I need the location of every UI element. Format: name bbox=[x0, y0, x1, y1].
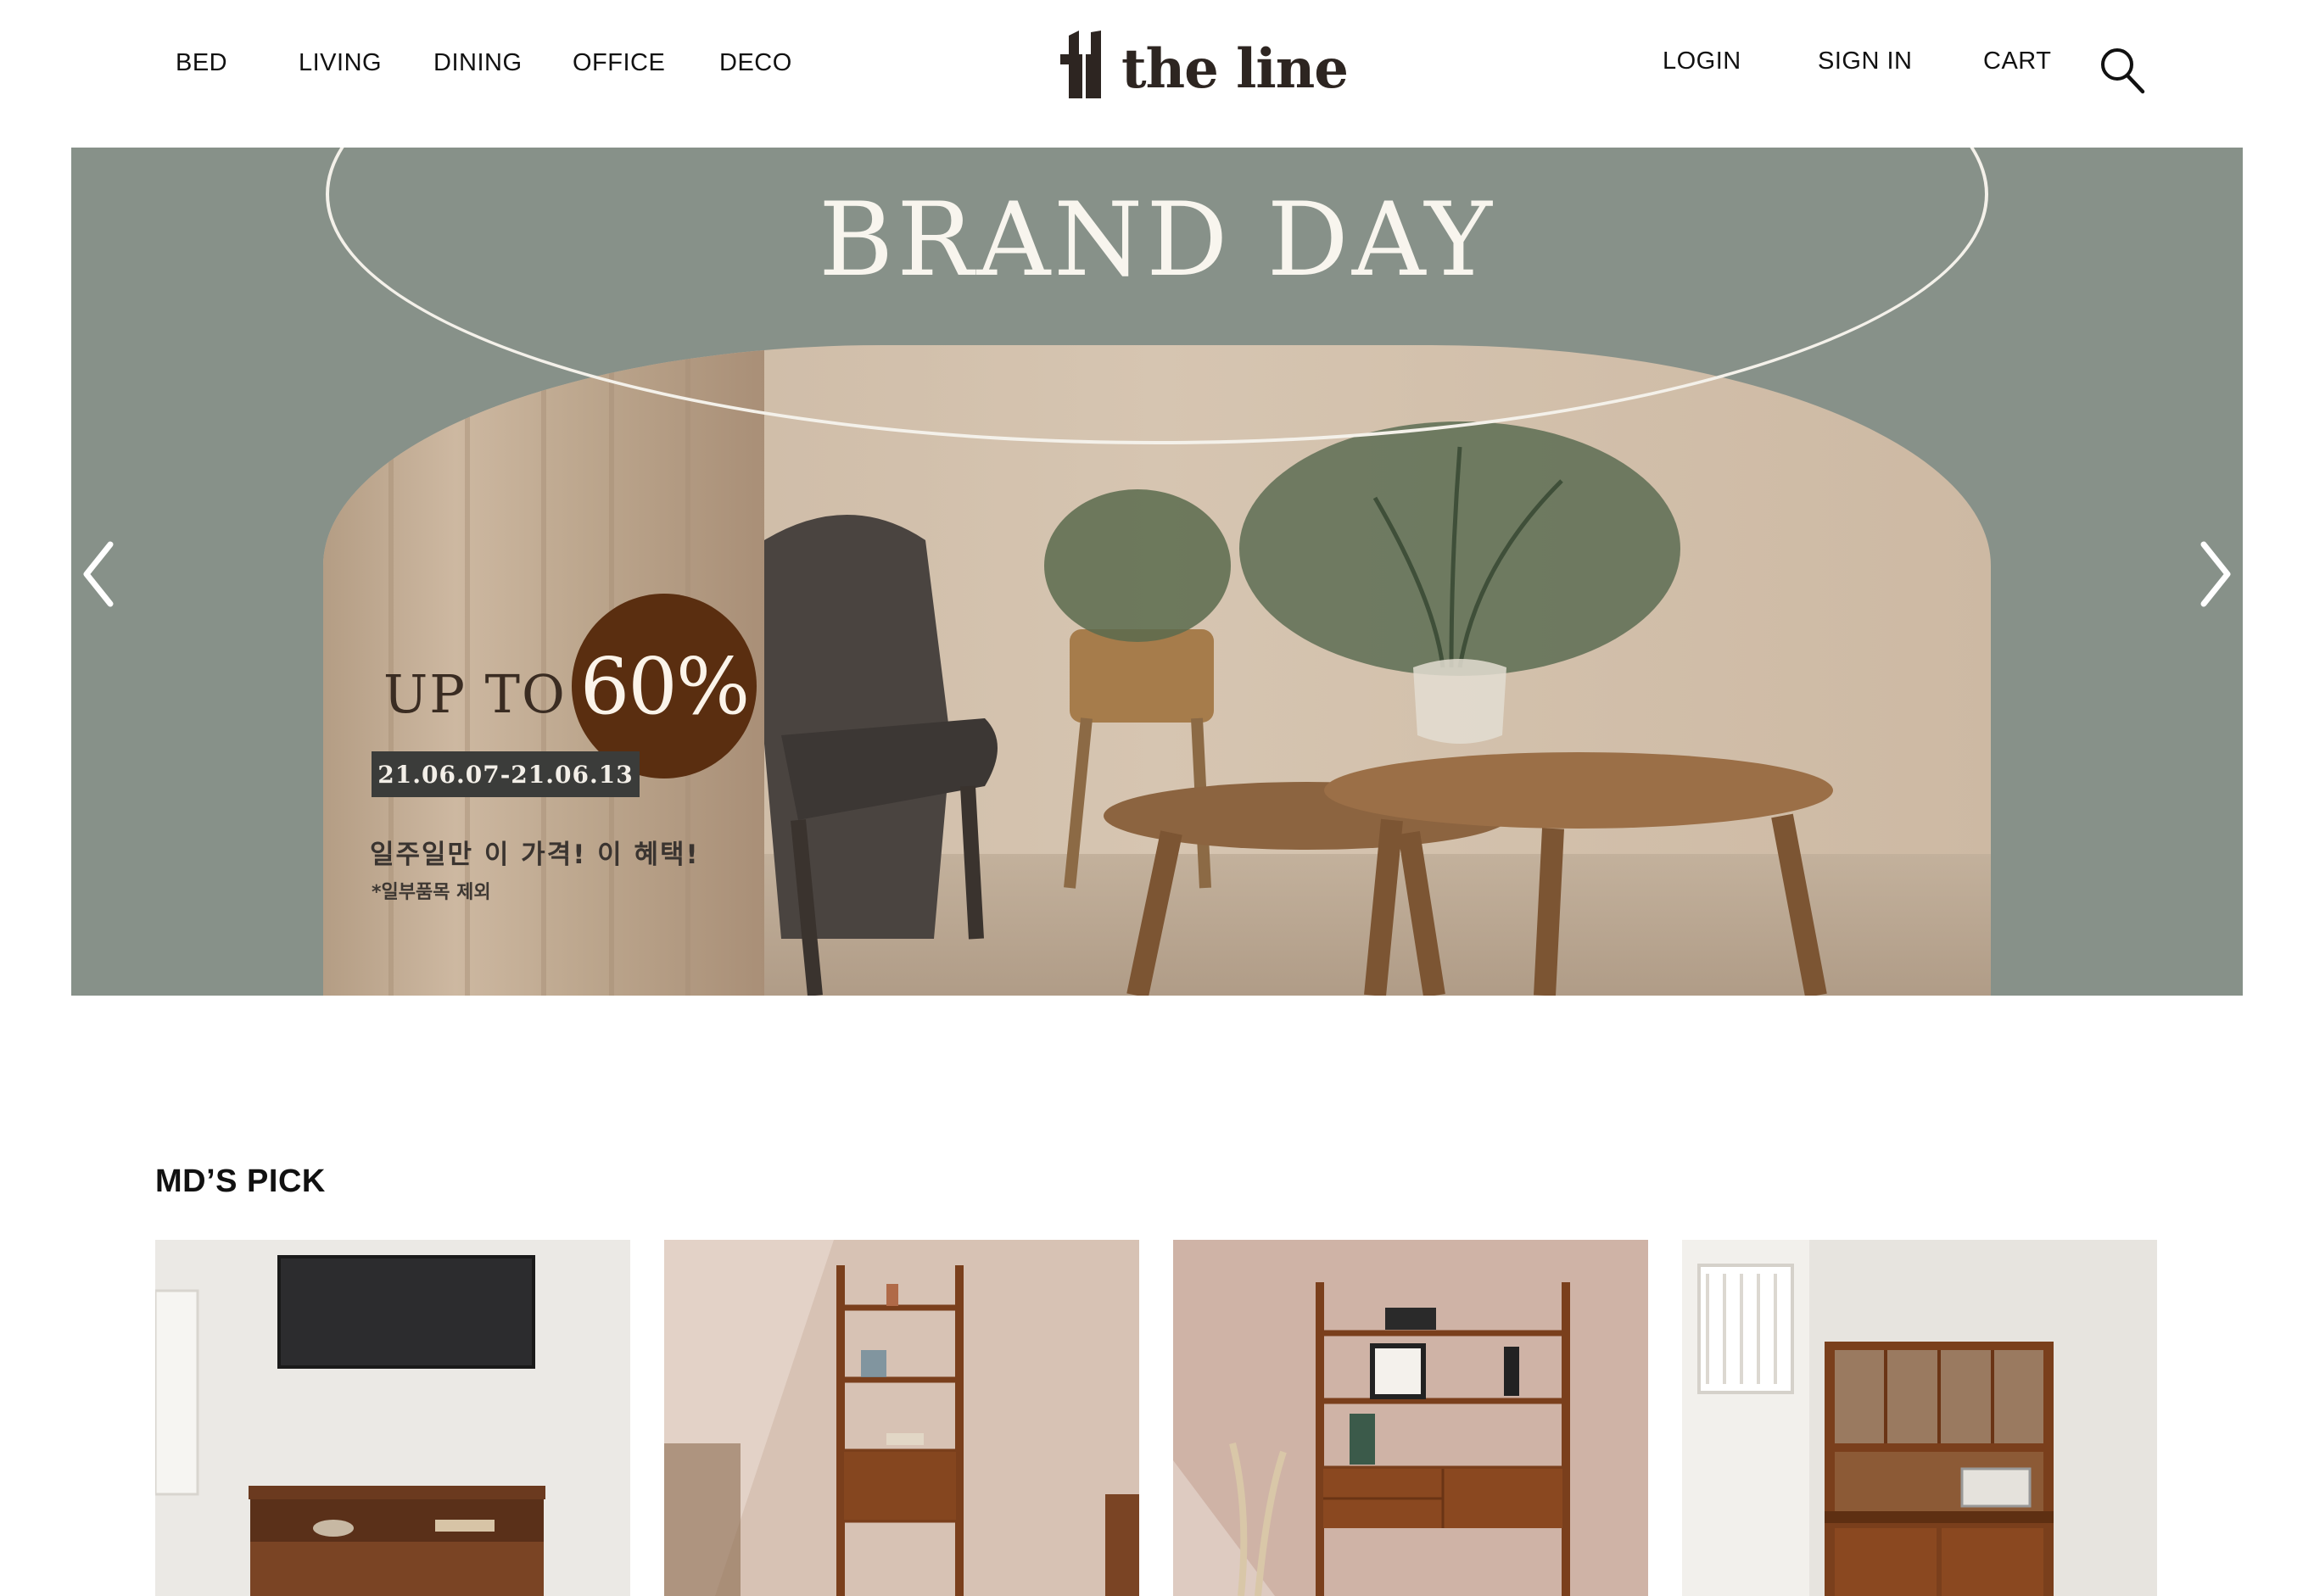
product-card-1[interactable] bbox=[155, 1240, 630, 1596]
banner-prev-button[interactable] bbox=[75, 536, 126, 612]
nav-deco[interactable]: DECO bbox=[719, 49, 792, 77]
site-header: BED LIVING DINING OFFICE DECO the line L… bbox=[0, 0, 2314, 148]
tl-monogram-icon bbox=[1060, 31, 1101, 98]
narrow-bookshelf-image bbox=[664, 1240, 1139, 1596]
product-card-4[interactable] bbox=[1682, 1240, 2157, 1596]
chevron-left-icon bbox=[83, 541, 114, 607]
search-button[interactable] bbox=[2099, 44, 2146, 95]
banner-next-button[interactable] bbox=[2188, 536, 2239, 612]
promo-note: *일부품목 제외 bbox=[372, 882, 491, 903]
nav-living[interactable]: LIVING bbox=[299, 49, 382, 77]
up-to-label: UP TO bbox=[383, 663, 567, 725]
wide-shelf-unit-image bbox=[1173, 1240, 1648, 1596]
brand-logo[interactable]: the line bbox=[1057, 31, 1349, 102]
product-card-3[interactable] bbox=[1173, 1240, 1648, 1596]
brand-name: the line bbox=[1121, 37, 1349, 101]
banner-title: BRAND DAY bbox=[819, 181, 1495, 299]
nav-dining[interactable]: DINING bbox=[433, 49, 523, 77]
product-card-2[interactable] bbox=[664, 1240, 1139, 1596]
cart-link[interactable]: CART bbox=[1983, 47, 2051, 75]
chevron-right-icon bbox=[2200, 541, 2231, 607]
sign-in-link[interactable]: SIGN IN bbox=[1818, 47, 1912, 75]
date-range: 21.06.07-21.06.13 bbox=[372, 751, 640, 797]
login-link[interactable]: LOGIN bbox=[1663, 47, 1741, 75]
tv-console-cabinet-image bbox=[155, 1240, 630, 1596]
nav-bed[interactable]: BED bbox=[176, 49, 227, 77]
discount-value: 60% bbox=[579, 640, 750, 732]
promo-text: 일주일만 이 가격! 이 혜택! bbox=[370, 840, 700, 870]
kitchen-hutch-cabinet-image bbox=[1682, 1240, 2157, 1596]
search-icon bbox=[2101, 48, 2145, 94]
category-nav: BED LIVING DINING OFFICE DECO bbox=[0, 0, 933, 136]
nav-office[interactable]: OFFICE bbox=[573, 49, 665, 77]
section-title-mds-pick: MD’S PICK bbox=[155, 1164, 326, 1199]
hero-banner[interactable]: BRAND DAY UP TO 60% 21.06.07-21.06.13 일주… bbox=[71, 148, 2243, 996]
